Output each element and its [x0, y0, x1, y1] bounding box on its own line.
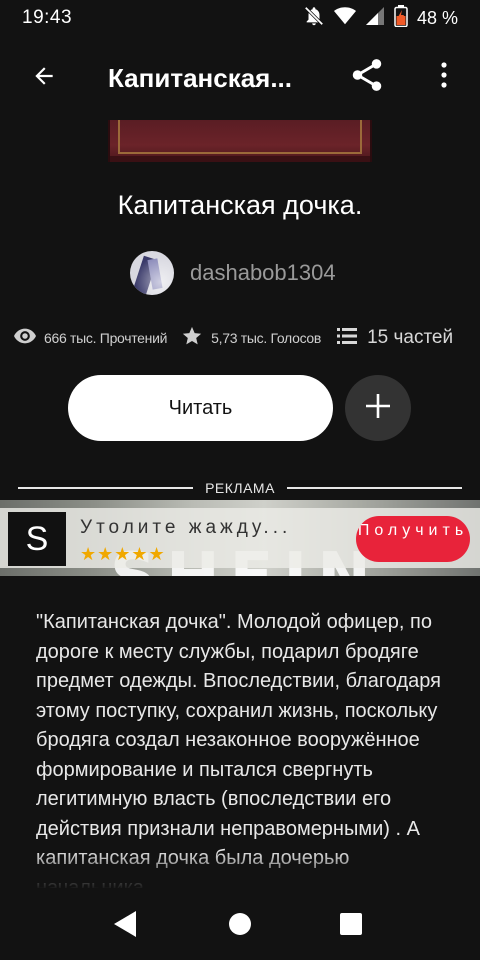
votes-stat: 5,73 тыс. Голосов [181, 325, 321, 352]
nav-recents-icon[interactable] [340, 913, 362, 935]
app-bar: Капитанская... [0, 36, 480, 120]
battery-percent: 48 % [416, 7, 458, 28]
share-icon [348, 56, 386, 99]
nav-home-icon[interactable] [229, 913, 251, 935]
author-name[interactable]: dashabob1304 [190, 260, 336, 286]
ad-rating-stars: ★★★★★ [80, 544, 166, 564]
system-nav-bar [0, 890, 480, 960]
reads-stat: 666 тыс. Прочтений [14, 328, 167, 349]
eye-icon [14, 328, 36, 349]
story-description: "Капитанская дочка". Молодой офицер, по … [36, 611, 441, 888]
cell-signal-icon [365, 6, 385, 31]
status-bar: 19:43 48 % [0, 0, 480, 36]
battery-charging-icon [394, 4, 408, 32]
reads-label: 666 тыс. Прочтений [44, 330, 168, 346]
ad-divider: РЕКЛАМА [0, 477, 480, 499]
story-stats: 666 тыс. Прочтений 5,73 тыс. Голосов 15 … [14, 324, 474, 352]
notifications-off-icon [303, 5, 325, 32]
ad-label: РЕКЛАМА [205, 480, 275, 496]
page-title: Капитанская... [108, 62, 293, 93]
ad-logo: S [8, 512, 66, 566]
status-icons: 48 % [303, 4, 458, 32]
story-title: Капитанская дочка. [117, 190, 363, 220]
ad-cta-button[interactable]: Получить [356, 516, 470, 562]
read-button[interactable]: Читать [68, 375, 333, 441]
back-button[interactable] [22, 56, 66, 100]
status-time: 19:43 [22, 7, 73, 28]
plus-icon [365, 393, 391, 424]
ad-text: Утолите жажду... [80, 517, 292, 538]
story-cover [108, 120, 372, 162]
nav-back-icon[interactable] [113, 910, 137, 943]
more-vert-icon [440, 61, 448, 93]
parts-label[interactable]: 15 частей [367, 327, 453, 349]
author[interactable]: dashabob1304 [130, 250, 336, 296]
back-arrow-icon [31, 63, 57, 94]
avatar[interactable] [130, 251, 174, 295]
more-options-button[interactable] [426, 56, 462, 98]
add-to-library-button[interactable] [345, 375, 411, 441]
share-button[interactable] [346, 56, 388, 98]
star-icon [181, 325, 203, 352]
wifi-icon [333, 6, 356, 31]
list-icon [337, 327, 358, 350]
parts-stat[interactable]: 15 частей [337, 327, 453, 350]
votes-label: 5,73 тыс. Голосов [211, 330, 322, 346]
description-fade [0, 850, 480, 890]
